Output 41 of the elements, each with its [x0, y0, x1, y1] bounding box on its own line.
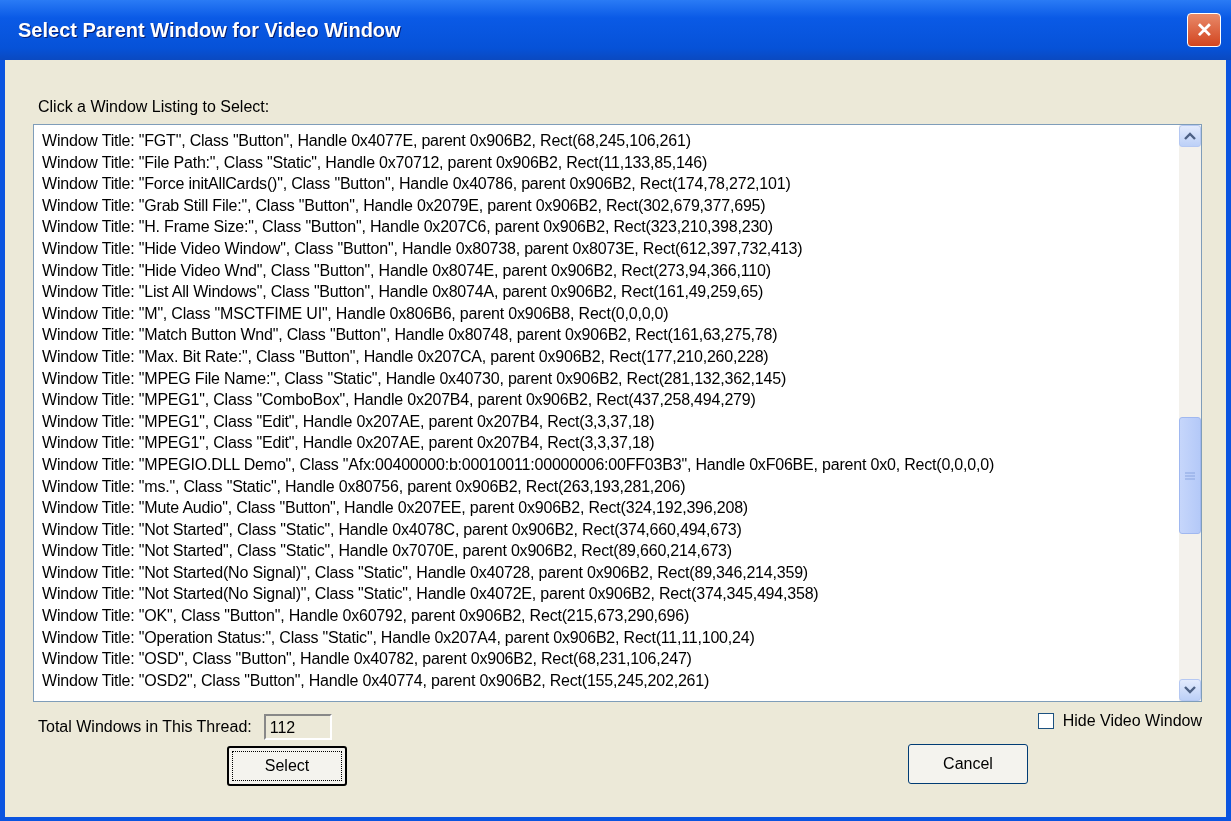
list-item[interactable]: Window Title: "Operation Status:", Class "Static", Handle 0x207A4, parent 0x906B2, Rect(11,11,100,24): [42, 626, 1179, 649]
chevron-up-icon: [1184, 132, 1196, 140]
list-item[interactable]: Window Title: "Hide Video Window", Class "Button", Handle 0x80738, parent 0x8073E, Rect(612,397,732,413): [42, 237, 1179, 260]
chevron-down-icon: [1184, 686, 1196, 694]
list-item[interactable]: Window Title: "List All Windows", Class "Button", Handle 0x8074A, parent 0x906B2, Rect(161,49,259,65): [42, 281, 1179, 303]
list-item[interactable]: Window Title: "MPEG1", Class "Edit", Handle 0x207AE, parent 0x207B4, Rect(3,3,37,18): [42, 410, 1179, 433]
checkbox[interactable]: [1037, 713, 1054, 729]
list-item[interactable]: Window Title: "MPEG1", Class "ComboBox", Handle 0x207B4, parent 0x906B2, Rect(437,258,494,279): [42, 389, 1179, 411]
list-label: Click a Window Listing to Select:: [38, 98, 271, 116]
list-item[interactable]: Window Title: "Not Started(No Signal)", Class "Static", Handle 0x4072E, parent 0x906B2, Rect(374,345,494,358): [42, 583, 1179, 606]
total-field: 112: [263, 714, 332, 740]
list-item[interactable]: Window Title: "Grab Still File:", Class "Button", Handle 0x2079E, parent 0x906B2, Rect(302,679,377,695): [42, 194, 1179, 217]
list-item[interactable]: Window Title: "FGT", Class "Button", Handle 0x4077E, parent 0x906B2, Rect(68,245,106,261): [42, 130, 1179, 152]
list-item[interactable]: Window Title: "Max. Bit Rate:", Class "Button", Handle 0x207CA, parent 0x906B2, Rect(177,210,260,228): [42, 345, 1179, 368]
window-title: Select Parent Window for Video Window: [18, 18, 401, 42]
list-item[interactable]: Window Title: "Not Started", Class "Static", Handle 0x4078C, parent 0x906B2, Rect(374,660,494,673): [42, 518, 1179, 541]
scroll-down-button[interactable]: [1179, 679, 1201, 701]
list-item[interactable]: Window Title: "OSD", Class "Button", Handle 0x40782, parent 0x906B2, Rect(68,231,106,247): [42, 648, 1179, 670]
list-item[interactable]: Window Title: "OSD2", Class "Button", Handle 0x40774, parent 0x906B2, Rect(155,245,202,261): [42, 669, 1179, 692]
scrollbar[interactable]: [1179, 125, 1201, 701]
list-item[interactable]: Window Title: "H. Frame Size:", Class "Button", Handle 0x207C6, parent 0x906B2, Rect(323,210,398,230): [42, 216, 1179, 238]
list-item[interactable]: Window Title: "MPEG1", Class "Edit", Handle 0x207AE, parent 0x207B4, Rect(3,3,37,18): [42, 432, 1179, 454]
list-item[interactable]: Window Title: "Hide Video Wnd", Class "Button", Handle 0x8074E, parent 0x906B2, Rect(273,94,366,110): [42, 259, 1179, 282]
list-item[interactable]: Window Title: "File Path:", Class "Static", Handle 0x70712, parent 0x906B2, Rect(11,133,85,146): [42, 151, 1179, 174]
total-label: Total Windows in This Thread:: [38, 718, 252, 736]
list-item[interactable]: Window Title: "MPEG File Name:", Class "Static", Handle 0x40730, parent 0x906B2, Rect(281,132,362,145): [42, 367, 1179, 390]
list-item[interactable]: Window Title: "Match Button Wnd", Class "Button", Handle 0x80748, parent 0x906B2, Rect(161,63,275,78): [42, 324, 1179, 346]
list-item[interactable]: Window Title: "MPEGIO.DLL Demo", Class "Afx:00400000:b:00010011:00000006:00FF03B3", Handle 0xF06BE, parent 0x0, Rect(0,0,0,0): [42, 453, 1179, 476]
list-item[interactable]: Window Title: "Mute Audio", Class "Button", Handle 0x207EE, parent 0x906B2, Rect(324,192,396,208): [42, 497, 1179, 519]
select-button[interactable]: Select: [227, 746, 347, 786]
list-item[interactable]: Window Title: "OK", Class "Button", Handle 0x60792, parent 0x906B2, Rect(215,673,290,696): [42, 605, 1179, 627]
grip-icon: [1185, 471, 1195, 480]
list-item[interactable]: Window Title: "ms.", Class "Static", Handle 0x80756, parent 0x906B2, Rect(263,193,281,206): [42, 475, 1179, 498]
checkbox-label[interactable]: Hide Video Window: [1062, 712, 1202, 730]
scroll-up-button[interactable]: [1179, 125, 1201, 147]
cancel-button[interactable]: Cancel: [908, 744, 1028, 784]
list-item[interactable]: Window Title: "M", Class "MSCTFIME UI", Handle 0x806B6, parent 0x906B8, Rect(0,0,0,0): [42, 302, 1179, 325]
scroll-thumb[interactable]: [1179, 417, 1201, 534]
list-item[interactable]: Window Title: "Not Started", Class "Static", Handle 0x7070E, parent 0x906B2, Rect(89,660,214,673): [42, 540, 1179, 562]
list-item[interactable]: Window Title: "Not Started(No Signal)", Class "Static", Handle 0x40728, parent 0x906B2, Rect(89,346,214,359): [42, 561, 1179, 584]
list-item[interactable]: Window Title: "Force initAllCards()", Class "Button", Handle 0x40786, parent 0x906B2, Rect(174,78,272,101): [42, 173, 1179, 195]
